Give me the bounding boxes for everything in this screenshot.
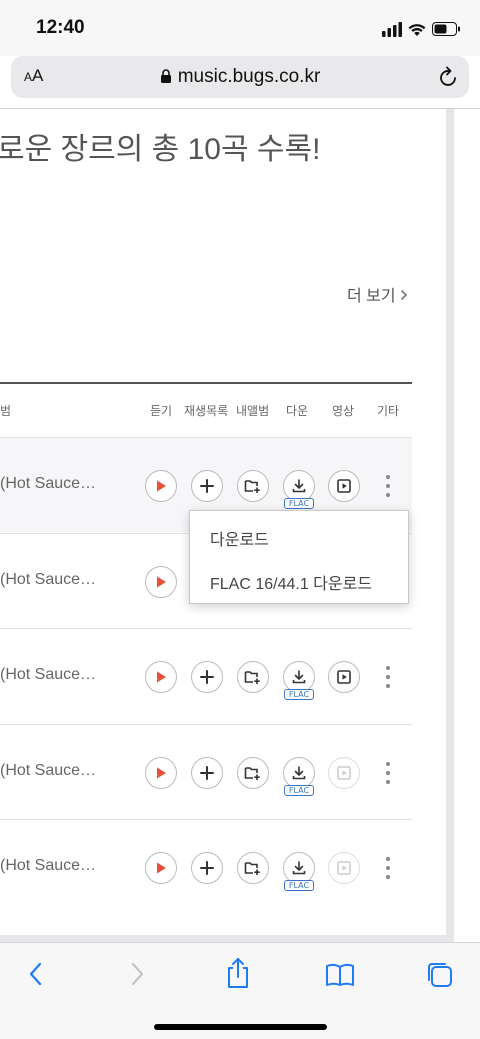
url-field[interactable]: music.bugs.co.kr — [11, 66, 469, 88]
track-title[interactable]: (Hot Sauce… — [0, 857, 96, 875]
track-title[interactable]: (Hot Sauce… — [0, 475, 96, 493]
table-top-border — [0, 382, 412, 384]
play-button[interactable] — [145, 852, 177, 884]
video-button — [328, 757, 360, 789]
menu-item-download[interactable]: 다운로드 — [210, 526, 269, 550]
add-to-my-album-button[interactable] — [237, 852, 269, 884]
more-options-button[interactable] — [382, 853, 394, 883]
bookmarks-button[interactable] — [325, 963, 355, 992]
add-to-playlist-button[interactable] — [191, 470, 223, 502]
col-download: 다운 — [286, 404, 309, 418]
url-text: music.bugs.co.kr — [177, 66, 321, 87]
share-button[interactable] — [225, 957, 251, 994]
col-album: 범 — [0, 404, 12, 418]
track-row: (Hot Sauce… FLAC — [0, 819, 412, 914]
add-to-my-album-button[interactable] — [237, 470, 269, 502]
play-button[interactable] — [145, 470, 177, 502]
more-link[interactable]: 더 보기 — [347, 282, 408, 306]
signal-icon — [382, 22, 402, 37]
more-options-button[interactable] — [382, 471, 394, 501]
col-playlist: 재생목록 — [184, 404, 229, 418]
flac-badge: FLAC — [284, 498, 314, 509]
track-row: (Hot Sauce… FLAC — [0, 628, 412, 723]
page-edge-bar-bottom — [0, 935, 454, 942]
add-to-my-album-button[interactable] — [237, 661, 269, 693]
more-options-button[interactable] — [382, 662, 394, 692]
page-edge-bar — [446, 109, 454, 935]
reload-icon — [440, 66, 456, 86]
track-title[interactable]: (Hot Sauce… — [0, 666, 96, 684]
book-icon — [326, 963, 354, 986]
more-link-label: 더 보기 — [347, 288, 396, 305]
track-title[interactable]: (Hot Sauce… — [0, 571, 96, 589]
download-menu: 다운로드 FLAC 16/44.1 다운로드 — [189, 510, 409, 604]
video-button[interactable] — [328, 470, 360, 502]
add-to-playlist-button[interactable] — [191, 757, 223, 789]
wifi-icon — [408, 24, 426, 36]
share-icon — [228, 958, 248, 988]
reload-button[interactable] — [439, 66, 459, 93]
album-headline: 로운 장르의 총 10곡 수록! — [0, 133, 321, 166]
tabs-icon — [428, 963, 452, 987]
web-content[interactable]: 로운 장르의 총 10곡 수록! 더 보기 범 듣기 재생목록 내앨범 다운 영… — [0, 109, 480, 942]
flac-badge: FLAC — [284, 880, 314, 891]
address-bar[interactable]: AA music.bugs.co.kr — [11, 56, 469, 98]
video-button[interactable] — [328, 661, 360, 693]
track-row: (Hot Sauce… FLAC — [0, 724, 412, 819]
tabs-button[interactable] — [426, 961, 454, 994]
chevron-left-icon — [29, 962, 42, 986]
chevron-right-icon — [131, 962, 144, 986]
play-button[interactable] — [145, 661, 177, 693]
lock-icon — [160, 69, 171, 83]
play-button[interactable] — [145, 566, 177, 598]
menu-item-flac-download[interactable]: FLAC 16/44.1 다운로드 — [210, 570, 372, 594]
col-my-album: 내앨범 — [236, 404, 270, 418]
back-button[interactable] — [26, 961, 46, 992]
more-options-button[interactable] — [382, 758, 394, 788]
chevron-right-icon — [400, 288, 408, 306]
flac-badge: FLAC — [284, 689, 314, 700]
video-button — [328, 852, 360, 884]
col-etc: 기타 — [377, 404, 400, 418]
status-icons — [382, 20, 462, 38]
add-to-playlist-button[interactable] — [191, 852, 223, 884]
status-bar: 12:40 — [0, 0, 480, 56]
col-video: 영상 — [332, 404, 355, 418]
col-listen: 듣기 — [150, 404, 173, 418]
add-to-playlist-button[interactable] — [191, 661, 223, 693]
add-to-my-album-button[interactable] — [237, 757, 269, 789]
home-indicator — [154, 1024, 327, 1030]
flac-badge: FLAC — [284, 785, 314, 796]
battery-icon — [432, 22, 460, 36]
forward-button[interactable] — [127, 961, 147, 992]
track-title[interactable]: (Hot Sauce… — [0, 762, 96, 780]
play-button[interactable] — [145, 757, 177, 789]
status-time: 12:40 — [36, 17, 85, 38]
